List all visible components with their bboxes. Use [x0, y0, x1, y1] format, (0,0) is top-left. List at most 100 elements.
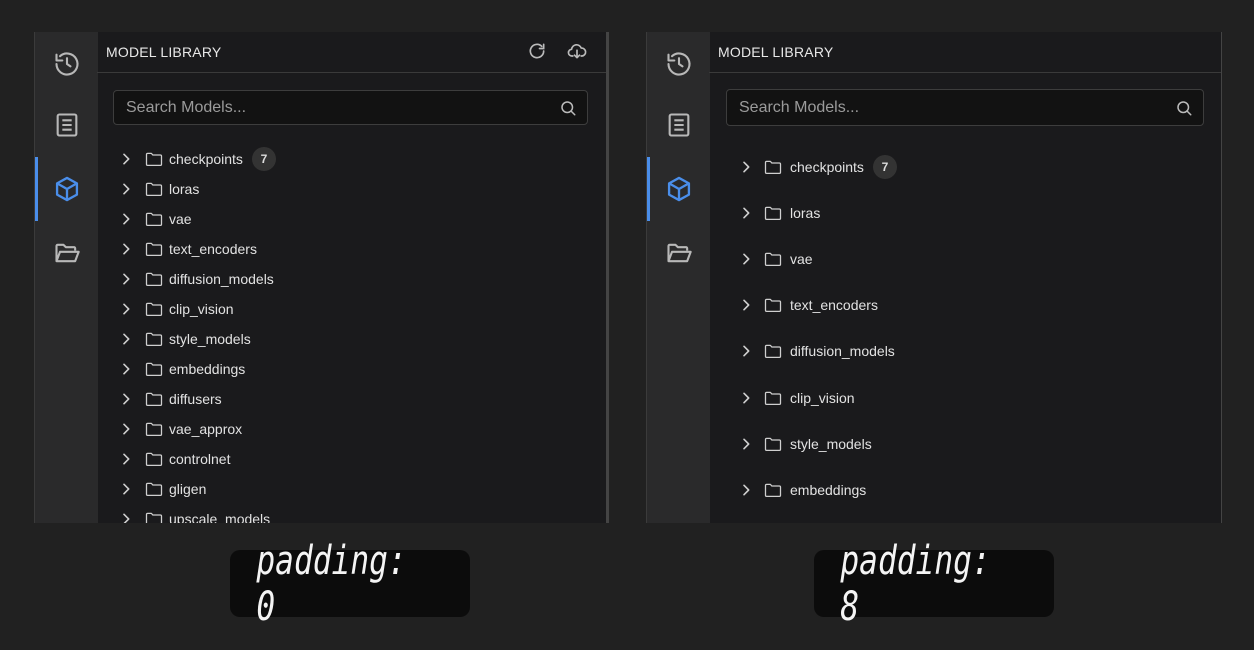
tree-item[interactable]: vae	[709, 244, 1221, 274]
search-icon[interactable]	[1175, 99, 1193, 117]
tree-item[interactable]: clip_vision	[709, 383, 1221, 413]
tree-item[interactable]: style_models	[709, 429, 1221, 459]
tree-item-label: clip_vision	[169, 301, 234, 317]
tree-item-label: style_models	[169, 331, 251, 347]
chevron-right-icon[interactable]	[738, 343, 754, 359]
tree-item[interactable]: loras	[709, 198, 1221, 228]
tree-item-label: clip_vision	[790, 389, 855, 406]
chevron-right-icon[interactable]	[118, 331, 134, 347]
page-title: MODEL LIBRARY	[106, 44, 222, 60]
tree-item-label: diffusion_models	[169, 271, 274, 287]
tree-item[interactable]: upscale_models	[97, 504, 606, 523]
tree-item-label: checkpoints	[169, 151, 243, 167]
tree-item[interactable]: diffusers	[97, 384, 606, 414]
tree-item[interactable]: diffusion_models	[709, 336, 1221, 366]
history-icon	[666, 52, 691, 76]
folder-icon	[764, 252, 782, 267]
chevron-right-icon[interactable]	[118, 271, 134, 287]
sidebar-history-button[interactable]	[35, 32, 98, 96]
folder-icon	[764, 437, 782, 451]
tree-item[interactable]: diffusion_models	[97, 264, 606, 294]
tree-item[interactable]: text_encoders	[709, 290, 1221, 320]
refresh-button[interactable]	[527, 41, 547, 61]
model-library-panel-padding-0: MODEL LIBRARY checkpoints 7 loras vae text_e…	[34, 32, 609, 523]
download-button[interactable]	[567, 41, 587, 61]
folder-icon	[145, 512, 163, 523]
sidebar-model-library-button[interactable]	[647, 157, 710, 221]
tree-item-label: embeddings	[169, 361, 246, 377]
folder-icon	[145, 422, 163, 437]
chevron-right-icon[interactable]	[738, 297, 754, 313]
tree-item[interactable]: controlnet	[97, 444, 606, 474]
search-input[interactable]	[114, 91, 587, 124]
search-input[interactable]	[727, 90, 1203, 125]
sidebar-docs-button[interactable]	[647, 93, 710, 157]
chevron-right-icon[interactable]	[738, 251, 754, 267]
history-icon	[54, 52, 79, 76]
tree-item[interactable]: checkpoints 7	[97, 144, 606, 174]
chevron-right-icon[interactable]	[118, 451, 134, 467]
chevron-right-icon[interactable]	[118, 211, 134, 227]
folder-icon	[764, 345, 782, 359]
tree-item[interactable]: text_encoders	[97, 234, 606, 264]
tree-item[interactable]: loras	[97, 174, 606, 204]
tree-item-label: loras	[169, 181, 200, 197]
tree-item[interactable]: embeddings	[97, 354, 606, 384]
folder-icon	[145, 452, 163, 467]
chevron-right-icon[interactable]	[738, 159, 754, 175]
folder-icon	[145, 272, 163, 287]
tree-item[interactable]: gligen	[97, 474, 606, 504]
chevron-right-icon[interactable]	[118, 511, 134, 523]
count-badge: 7	[252, 147, 276, 171]
book-icon	[56, 113, 77, 137]
tree-item-label: checkpoints	[790, 159, 864, 175]
sidebar	[646, 32, 710, 523]
chevron-right-icon[interactable]	[118, 361, 134, 377]
sidebar-history-button[interactable]	[647, 32, 710, 96]
chevron-right-icon[interactable]	[118, 151, 134, 167]
search-icon[interactable]	[559, 99, 577, 117]
chevron-right-icon[interactable]	[738, 205, 754, 221]
folder-icon	[764, 206, 782, 221]
folder-icon	[145, 362, 163, 377]
chevron-right-icon[interactable]	[118, 241, 134, 257]
sidebar-workflows-button[interactable]	[647, 221, 710, 285]
chevron-right-icon[interactable]	[118, 421, 134, 437]
tree-item-label: diffusion_models	[790, 343, 895, 360]
library-main: MODEL LIBRARY checkpoints 7 loras vae text_e…	[709, 32, 1222, 523]
chevron-right-icon[interactable]	[738, 390, 754, 406]
chevron-right-icon[interactable]	[118, 301, 134, 317]
tree-item-label: gligen	[169, 481, 207, 497]
page-title: MODEL LIBRARY	[718, 44, 834, 60]
tree-item[interactable]: clip_vision	[97, 294, 606, 324]
tree-item-label: controlnet	[169, 451, 231, 467]
tree-item-label: loras	[790, 205, 821, 222]
tree-item[interactable]: vae	[97, 204, 606, 234]
tree-item[interactable]: vae_approx	[97, 414, 606, 444]
sidebar-docs-button[interactable]	[35, 93, 98, 157]
folder-icon	[764, 160, 782, 175]
folder-open-icon	[666, 243, 692, 263]
refresh-icon	[529, 43, 545, 59]
chevron-right-icon[interactable]	[738, 436, 754, 452]
tree-item[interactable]: checkpoints 7	[709, 152, 1221, 182]
folder-icon	[145, 332, 163, 347]
search-box	[113, 90, 588, 125]
folder-icon	[145, 302, 163, 317]
book-icon	[668, 113, 689, 137]
sidebar-model-library-button[interactable]	[35, 157, 98, 221]
tree-item-label: vae	[790, 251, 813, 268]
tree-item[interactable]: embeddings	[709, 475, 1221, 505]
chevron-right-icon[interactable]	[118, 181, 134, 197]
folder-icon	[764, 483, 782, 497]
tree-item[interactable]: style_models	[97, 324, 606, 354]
sidebar-workflows-button[interactable]	[35, 221, 98, 285]
folder-icon	[145, 212, 163, 227]
library-header: MODEL LIBRARY	[709, 32, 1221, 73]
chevron-right-icon[interactable]	[118, 391, 134, 407]
chevron-right-icon[interactable]	[118, 481, 134, 497]
search-box	[726, 89, 1204, 126]
library-header: MODEL LIBRARY	[97, 32, 606, 73]
caption-label: padding: 0	[230, 538, 470, 630]
chevron-right-icon[interactable]	[738, 482, 754, 498]
